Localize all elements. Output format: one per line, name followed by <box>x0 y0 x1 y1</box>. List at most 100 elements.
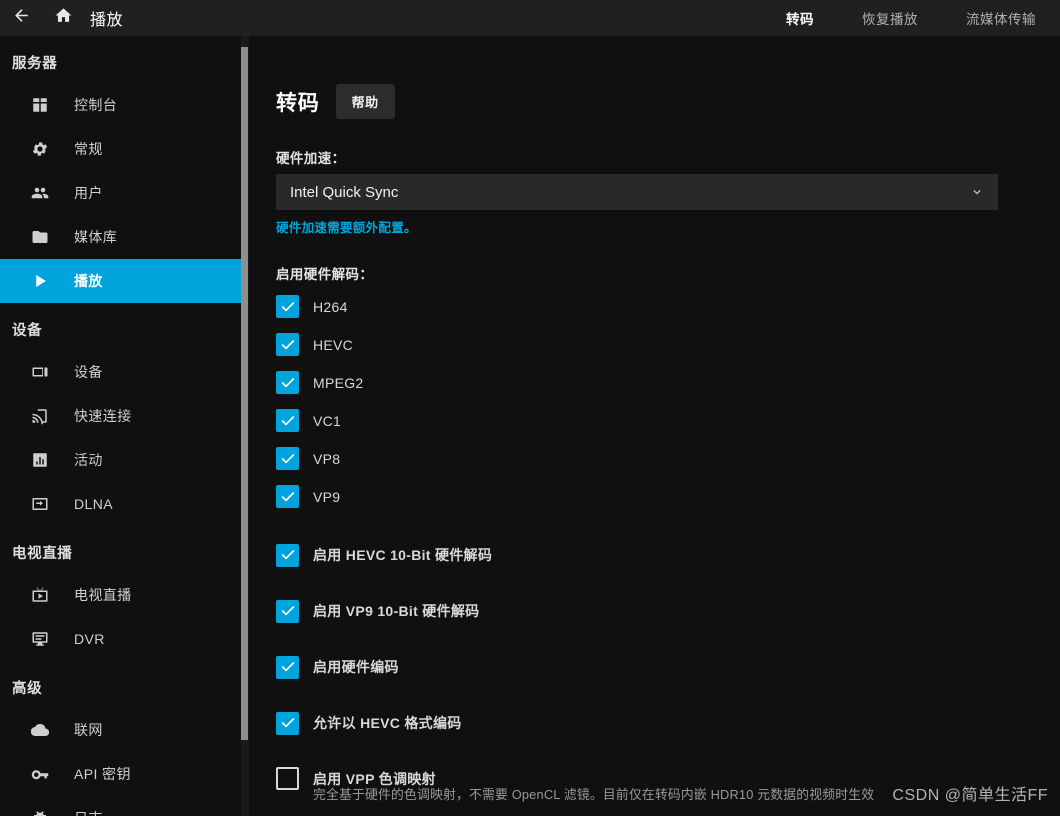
checkbox-vpp-tone-mapping[interactable] <box>276 767 299 790</box>
sidebar-scrollbar-thumb[interactable] <box>241 47 248 740</box>
checkbox-row-vp8[interactable]: VP8 <box>276 445 1060 472</box>
checkbox-label: HEVC <box>313 336 354 353</box>
sidebar-item-label: 媒体库 <box>74 229 118 245</box>
checkbox-row-vp9-10bit[interactable]: 启用 VP9 10-Bit 硬件解码 <box>276 597 1060 625</box>
sidebar-item-networking[interactable]: 联网 <box>0 708 245 752</box>
section-title: 转码 <box>276 91 320 115</box>
sidebar-item-dlna[interactable]: DLNA <box>0 482 245 526</box>
checkbox-label: 启用 HEVC 10-Bit 硬件解码 <box>313 547 493 563</box>
checkbox-h264[interactable] <box>276 295 299 318</box>
checkbox-row-hevc-10bit[interactable]: 启用 HEVC 10-Bit 硬件解码 <box>276 541 1060 569</box>
dashboard-icon <box>28 93 52 117</box>
chevron-down-icon <box>970 185 984 199</box>
tab-resume[interactable]: 恢复播放 <box>838 0 942 36</box>
bar-chart-icon <box>28 448 52 472</box>
bug-icon <box>28 806 52 816</box>
checkbox-vc1[interactable] <box>276 409 299 432</box>
back-button[interactable] <box>0 0 42 36</box>
dvr-icon <box>28 627 52 651</box>
decode-group-label: 启用硬件解码： <box>276 267 374 282</box>
sidebar-section-server: 服务器 <box>12 56 58 72</box>
checkbox-row-mpeg2[interactable]: MPEG2 <box>276 369 1060 396</box>
sidebar-item-users[interactable]: 用户 <box>0 171 245 215</box>
sidebar-section-devices: 设备 <box>12 323 43 339</box>
sidebar-item-label: 常规 <box>74 141 103 157</box>
sidebar-item-general[interactable]: 常规 <box>0 127 245 171</box>
header-left-controls: 播放 <box>0 0 123 36</box>
home-button[interactable] <box>42 0 84 36</box>
sidebar-item-quick-connect[interactable]: 快速连接 <box>0 394 245 438</box>
sidebar-item-label: DLNA <box>74 496 113 512</box>
key-icon <box>28 762 52 786</box>
check-icon <box>281 415 294 425</box>
checkbox-row-vp9[interactable]: VP9 <box>276 483 1060 510</box>
folder-icon <box>28 225 52 249</box>
check-icon <box>281 662 294 672</box>
sidebar-item-live-tv[interactable]: 电视直播 <box>0 573 245 617</box>
checkbox-hevc[interactable] <box>276 333 299 356</box>
sidebar-item-api-keys[interactable]: API 密钥 <box>0 752 245 796</box>
tab-transcoding[interactable]: 转码 <box>762 0 838 36</box>
checkbox-hevc-10bit[interactable] <box>276 543 299 567</box>
sidebar-item-label: 日志 <box>74 808 103 816</box>
checkbox-label: 启用硬件编码 <box>313 659 399 675</box>
sidebar-item-label: API 密钥 <box>74 766 131 782</box>
sidebar-item-label: 联网 <box>74 722 103 738</box>
main-content: 转码 帮助 硬件加速： Intel Quick Sync 硬件加速需要额外配置。… <box>249 36 1060 816</box>
sidebar-item-dvr[interactable]: DVR <box>0 617 245 661</box>
header-tabs: 转码 恢复播放 流媒体传输 <box>762 0 1060 36</box>
hwaccel-hint-link[interactable]: 硬件加速需要额外配置。 <box>276 217 1060 236</box>
check-icon <box>281 718 294 728</box>
cast-connected-icon <box>28 404 52 428</box>
checkbox-row-h264[interactable]: H264 <box>276 293 1060 320</box>
app-header: 播放 转码 恢复播放 流媒体传输 <box>0 0 1060 36</box>
sidebar-item-label: 用户 <box>74 185 103 201</box>
sidebar-item-label: 快速连接 <box>74 408 132 424</box>
checkbox-allow-hevc-encoding[interactable] <box>276 711 299 735</box>
input-arrow-icon <box>28 492 52 516</box>
sidebar-item-devices[interactable]: 设备 <box>0 350 245 394</box>
check-icon <box>281 339 294 349</box>
check-icon <box>281 453 294 463</box>
cloud-icon <box>28 718 52 742</box>
check-icon <box>281 606 294 616</box>
sidebar-item-label: 控制台 <box>74 97 118 113</box>
sidebar-item-label: 播放 <box>74 273 103 289</box>
hwaccel-select[interactable]: Intel Quick Sync <box>276 174 998 210</box>
sidebar-section-livetv: 电视直播 <box>12 546 73 562</box>
arrow-left-icon <box>12 6 31 30</box>
live-tv-icon <box>28 583 52 607</box>
home-icon <box>54 6 73 30</box>
sidebar-item-playback[interactable]: 播放 <box>0 259 245 303</box>
checkbox-mpeg2[interactable] <box>276 371 299 394</box>
checkbox-row-hevc[interactable]: HEVC <box>276 331 1060 358</box>
checkbox-row-vc1[interactable]: VC1 <box>276 407 1060 434</box>
checkbox-label: VP9 <box>313 488 341 505</box>
sidebar-item-logs[interactable]: 日志 <box>0 796 245 816</box>
checkbox-hw-encoding[interactable] <box>276 655 299 679</box>
title-row: 转码 帮助 <box>276 84 1060 119</box>
app-root: 播放 转码 恢复播放 流媒体传输 服务器 控制台 常规 用户 媒体库 播放 设备… <box>0 0 1060 816</box>
help-button[interactable]: 帮助 <box>335 84 395 119</box>
sidebar-item-label: DVR <box>74 631 105 647</box>
checkbox-vp9[interactable] <box>276 485 299 508</box>
hwaccel-selected-value: Intel Quick Sync <box>290 183 399 201</box>
sidebar-item-label: 电视直播 <box>74 587 132 603</box>
sidebar-item-activity[interactable]: 活动 <box>0 438 245 482</box>
sidebar-item-label: 活动 <box>74 452 103 468</box>
sidebar-item-libraries[interactable]: 媒体库 <box>0 215 245 259</box>
play-icon <box>28 269 52 293</box>
tab-streaming[interactable]: 流媒体传输 <box>942 0 1060 36</box>
checkbox-vp9-10bit[interactable] <box>276 599 299 623</box>
checkbox-row-hw-encoding[interactable]: 启用硬件编码 <box>276 653 1060 681</box>
checkbox-row-allow-hevc-encoding[interactable]: 允许以 HEVC 格式编码 <box>276 709 1060 737</box>
sidebar-section-advanced: 高级 <box>12 681 43 697</box>
checkbox-vp8[interactable] <box>276 447 299 470</box>
check-icon <box>281 491 294 501</box>
tablet-icon <box>28 360 52 384</box>
people-icon <box>28 181 52 205</box>
sidebar-item-dashboard[interactable]: 控制台 <box>0 83 245 127</box>
hwaccel-label: 硬件加速： <box>276 151 346 166</box>
check-icon <box>281 377 294 387</box>
vpp-tone-mapping-description: 完全基于硬件的色调映射，不需要 OpenCL 滤镜。目前仅在转码内嵌 HDR10… <box>313 787 875 802</box>
